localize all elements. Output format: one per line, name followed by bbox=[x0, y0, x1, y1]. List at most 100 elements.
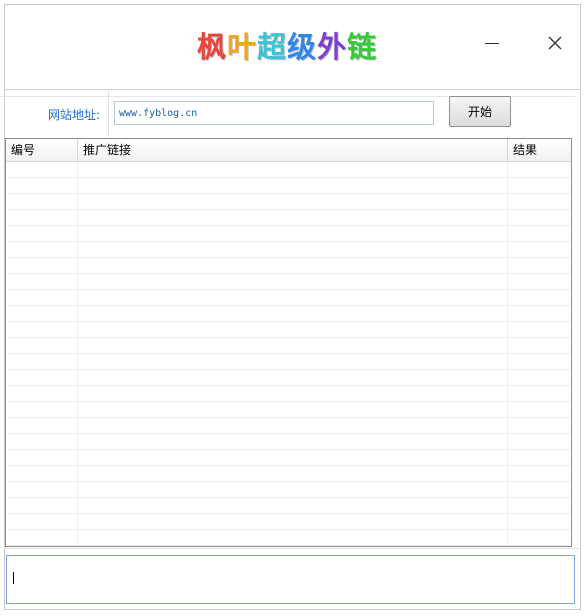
table-cell bbox=[508, 290, 569, 305]
table-cell bbox=[508, 258, 569, 273]
table-cell bbox=[508, 450, 569, 465]
table-cell bbox=[78, 418, 508, 433]
table-cell bbox=[78, 226, 508, 241]
url-label: 网站地址: bbox=[48, 108, 101, 122]
table-cell bbox=[6, 466, 78, 481]
table-cell bbox=[78, 210, 508, 225]
table-row[interactable] bbox=[6, 242, 571, 258]
table-cell bbox=[6, 530, 78, 545]
table-cell bbox=[6, 322, 78, 337]
table-cell bbox=[78, 338, 508, 353]
close-button[interactable] bbox=[545, 33, 565, 53]
app-logo: 枫叶超级外链 bbox=[197, 29, 376, 65]
table-cell bbox=[508, 162, 569, 177]
table-cell bbox=[508, 482, 569, 497]
table-row[interactable] bbox=[6, 210, 571, 226]
table-cell bbox=[6, 290, 78, 305]
table-cell bbox=[78, 482, 508, 497]
table-cell bbox=[508, 386, 569, 401]
table-cell bbox=[6, 306, 78, 321]
table-row[interactable] bbox=[6, 322, 571, 338]
table-row[interactable] bbox=[6, 354, 571, 370]
table-cell bbox=[78, 194, 508, 209]
table-cell bbox=[6, 402, 78, 417]
table-cell bbox=[508, 402, 569, 417]
log-textarea[interactable] bbox=[6, 555, 575, 604]
table-cell bbox=[508, 338, 569, 353]
table-cell bbox=[508, 242, 569, 257]
table-row[interactable] bbox=[6, 482, 571, 498]
table-row[interactable] bbox=[6, 178, 571, 194]
url-input[interactable] bbox=[114, 101, 434, 125]
table-row[interactable] bbox=[6, 514, 571, 530]
table-cell bbox=[6, 418, 78, 433]
table-cell bbox=[6, 274, 78, 289]
table-cell bbox=[6, 482, 78, 497]
table-cell bbox=[78, 258, 508, 273]
text-caret bbox=[13, 572, 14, 584]
table-cell bbox=[508, 530, 569, 545]
table-cell bbox=[78, 242, 508, 257]
table-cell bbox=[6, 386, 78, 401]
minimize-button[interactable] bbox=[483, 33, 503, 53]
title-bar[interactable]: 枫叶超级外链 bbox=[5, 5, 580, 90]
column-header-link[interactable]: 推广链接 bbox=[78, 139, 508, 161]
table-row[interactable] bbox=[6, 418, 571, 434]
table-cell bbox=[78, 290, 508, 305]
table-row[interactable] bbox=[6, 258, 571, 274]
table-cell bbox=[6, 162, 78, 177]
table-cell bbox=[78, 498, 508, 513]
column-header-result[interactable]: 结果 bbox=[508, 139, 569, 161]
table-cell bbox=[508, 418, 569, 433]
table-cell bbox=[6, 178, 78, 193]
table-row[interactable] bbox=[6, 274, 571, 290]
table-cell bbox=[78, 322, 508, 337]
logo-char: 链 bbox=[347, 30, 377, 64]
table-cell bbox=[78, 162, 508, 177]
table-cell bbox=[508, 514, 569, 529]
logo-char: 外 bbox=[317, 30, 347, 64]
table-row[interactable] bbox=[6, 402, 571, 418]
table-cell bbox=[6, 498, 78, 513]
table-cell bbox=[6, 338, 78, 353]
start-button[interactable]: 开始 bbox=[449, 96, 511, 127]
table-cell bbox=[78, 434, 508, 449]
table-cell bbox=[508, 306, 569, 321]
table-cell bbox=[6, 370, 78, 385]
table-cell bbox=[78, 354, 508, 369]
table-row[interactable] bbox=[6, 530, 571, 546]
table-row[interactable] bbox=[6, 370, 571, 386]
table-cell bbox=[508, 194, 569, 209]
table-row[interactable] bbox=[6, 194, 571, 210]
table-row[interactable] bbox=[6, 434, 571, 450]
table-cell bbox=[78, 274, 508, 289]
table-cell bbox=[508, 434, 569, 449]
table-row[interactable] bbox=[6, 338, 571, 354]
table-cell bbox=[6, 210, 78, 225]
section-divider bbox=[4, 548, 579, 549]
logo-char: 超 bbox=[257, 30, 287, 64]
grid-header: 编号 推广链接 结果 bbox=[6, 139, 571, 162]
table-row[interactable] bbox=[6, 162, 571, 178]
result-grid[interactable]: 编号 推广链接 结果 bbox=[5, 138, 572, 547]
table-row[interactable] bbox=[6, 450, 571, 466]
table-cell bbox=[508, 322, 569, 337]
table-row[interactable] bbox=[6, 226, 571, 242]
table-cell bbox=[78, 386, 508, 401]
table-row[interactable] bbox=[6, 466, 571, 482]
table-row[interactable] bbox=[6, 306, 571, 322]
table-cell bbox=[6, 450, 78, 465]
table-cell bbox=[508, 178, 569, 193]
table-cell bbox=[78, 466, 508, 481]
table-row[interactable] bbox=[6, 498, 571, 514]
logo-char: 叶 bbox=[227, 30, 257, 64]
table-cell bbox=[508, 210, 569, 225]
table-row[interactable] bbox=[6, 290, 571, 306]
table-cell bbox=[78, 370, 508, 385]
table-row[interactable] bbox=[6, 386, 571, 402]
table-cell bbox=[6, 354, 78, 369]
close-icon bbox=[548, 36, 562, 50]
table-cell bbox=[78, 450, 508, 465]
table-cell bbox=[6, 514, 78, 529]
column-header-number[interactable]: 编号 bbox=[6, 139, 78, 161]
